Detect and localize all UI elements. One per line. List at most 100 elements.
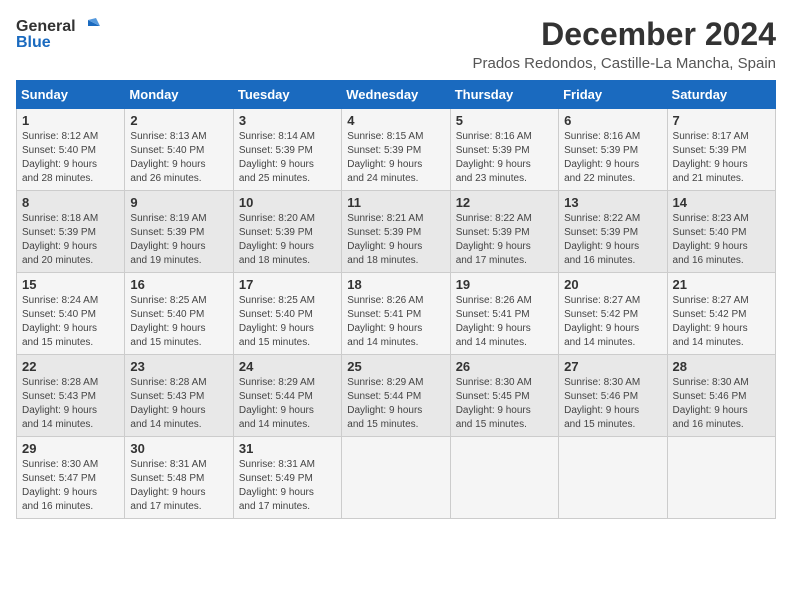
calendar-cell: 12 Sunrise: 8:22 AMSunset: 5:39 PMDayligh… <box>450 191 558 273</box>
day-content: Sunrise: 8:17 AMSunset: 5:39 PMDaylight:… <box>673 130 770 186</box>
calendar-cell: 30 Sunrise: 8:31 AMSunset: 5:48 PMDayligh… <box>125 437 233 519</box>
day-number: 27 <box>564 359 661 374</box>
calendar-week-row: 8 Sunrise: 8:18 AMSunset: 5:39 PMDaylight… <box>17 191 776 273</box>
calendar-header-row: SundayMondayTuesdayWednesdayThursdayFrid… <box>17 81 776 109</box>
calendar-cell: 7 Sunrise: 8:17 AMSunset: 5:39 PMDaylight… <box>667 109 775 191</box>
calendar-cell: 1 Sunrise: 8:12 AMSunset: 5:40 PMDaylight… <box>17 109 125 191</box>
calendar-cell: 22 Sunrise: 8:28 AMSunset: 5:43 PMDayligh… <box>17 355 125 437</box>
page-header: General Blue December 2024 Prados Redond… <box>16 16 776 72</box>
day-number: 23 <box>130 359 227 374</box>
day-number: 1 <box>22 113 119 128</box>
header-day-thursday: Thursday <box>450 81 558 109</box>
logo: General Blue <box>16 16 100 52</box>
header-day-monday: Monday <box>125 81 233 109</box>
calendar-cell: 26Sunrise: 8:30 AMSunset: 5:45 PMDayligh… <box>450 355 558 437</box>
day-content: Sunrise: 8:31 AMSunset: 5:49 PMDaylight:… <box>239 458 336 514</box>
calendar-week-row: 29 Sunrise: 8:30 AMSunset: 5:47 PMDayligh… <box>17 437 776 519</box>
day-number: 28 <box>673 359 770 374</box>
day-number: 7 <box>673 113 770 128</box>
day-content: Sunrise: 8:29 AMSunset: 5:44 PMDaylight:… <box>239 376 336 432</box>
calendar-cell: 28Sunrise: 8:30 AMSunset: 5:46 PMDayligh… <box>667 355 775 437</box>
day-number: 19 <box>456 277 553 292</box>
header-day-tuesday: Tuesday <box>233 81 341 109</box>
day-content: Sunrise: 8:30 AMSunset: 5:47 PMDaylight:… <box>22 458 119 514</box>
header-day-friday: Friday <box>559 81 667 109</box>
day-number: 3 <box>239 113 336 128</box>
calendar-cell <box>342 437 450 519</box>
calendar-cell <box>559 437 667 519</box>
day-content: Sunrise: 8:22 AMSunset: 5:39 PMDaylight:… <box>456 212 553 268</box>
calendar-cell: 15Sunrise: 8:24 AMSunset: 5:40 PMDayligh… <box>17 273 125 355</box>
calendar-cell: 5Sunrise: 8:16 AMSunset: 5:39 PMDaylight… <box>450 109 558 191</box>
day-number: 2 <box>130 113 227 128</box>
day-number: 25 <box>347 359 444 374</box>
day-number: 14 <box>673 195 770 210</box>
day-content: Sunrise: 8:23 AMSunset: 5:40 PMDaylight:… <box>673 212 770 268</box>
day-number: 22 <box>22 359 119 374</box>
day-number: 18 <box>347 277 444 292</box>
day-content: Sunrise: 8:28 AMSunset: 5:43 PMDaylight:… <box>130 376 227 432</box>
day-content: Sunrise: 8:12 AMSunset: 5:40 PMDaylight:… <box>22 130 119 186</box>
page-title: December 2024 <box>472 16 776 53</box>
day-number: 31 <box>239 441 336 456</box>
day-content: Sunrise: 8:13 AMSunset: 5:40 PMDaylight:… <box>130 130 227 186</box>
calendar-cell: 10 Sunrise: 8:20 AMSunset: 5:39 PMDayligh… <box>233 191 341 273</box>
day-number: 21 <box>673 277 770 292</box>
calendar-cell: 18 Sunrise: 8:26 AMSunset: 5:41 PMDayligh… <box>342 273 450 355</box>
day-number: 20 <box>564 277 661 292</box>
day-number: 8 <box>22 195 119 210</box>
calendar-week-row: 15Sunrise: 8:24 AMSunset: 5:40 PMDayligh… <box>17 273 776 355</box>
calendar-cell: 8 Sunrise: 8:18 AMSunset: 5:39 PMDaylight… <box>17 191 125 273</box>
day-content: Sunrise: 8:15 AMSunset: 5:39 PMDaylight:… <box>347 130 444 186</box>
day-number: 16 <box>130 277 227 292</box>
logo-text-block: General Blue <box>16 16 100 52</box>
day-content: Sunrise: 8:22 AMSunset: 5:39 PMDaylight:… <box>564 212 661 268</box>
day-content: Sunrise: 8:27 AMSunset: 5:42 PMDaylight:… <box>564 294 661 350</box>
calendar-cell: 3 Sunrise: 8:14 AMSunset: 5:39 PMDaylight… <box>233 109 341 191</box>
day-content: Sunrise: 8:28 AMSunset: 5:43 PMDaylight:… <box>22 376 119 432</box>
day-number: 11 <box>347 195 444 210</box>
day-number: 6 <box>564 113 661 128</box>
calendar-cell: 11Sunrise: 8:21 AMSunset: 5:39 PMDayligh… <box>342 191 450 273</box>
calendar-cell: 14 Sunrise: 8:23 AMSunset: 5:40 PMDayligh… <box>667 191 775 273</box>
day-number: 13 <box>564 195 661 210</box>
calendar-cell <box>667 437 775 519</box>
day-number: 12 <box>456 195 553 210</box>
day-number: 24 <box>239 359 336 374</box>
day-content: Sunrise: 8:31 AMSunset: 5:48 PMDaylight:… <box>130 458 227 514</box>
day-content: Sunrise: 8:24 AMSunset: 5:40 PMDaylight:… <box>22 294 119 350</box>
day-number: 17 <box>239 277 336 292</box>
calendar-cell: 9Sunrise: 8:19 AMSunset: 5:39 PMDaylight… <box>125 191 233 273</box>
day-content: Sunrise: 8:29 AMSunset: 5:44 PMDaylight:… <box>347 376 444 432</box>
calendar-cell <box>450 437 558 519</box>
day-content: Sunrise: 8:16 AMSunset: 5:39 PMDaylight:… <box>456 130 553 186</box>
calendar-cell: 4 Sunrise: 8:15 AMSunset: 5:39 PMDaylight… <box>342 109 450 191</box>
day-number: 9 <box>130 195 227 210</box>
calendar-cell: 2 Sunrise: 8:13 AMSunset: 5:40 PMDaylight… <box>125 109 233 191</box>
day-number: 4 <box>347 113 444 128</box>
header-day-saturday: Saturday <box>667 81 775 109</box>
header-day-sunday: Sunday <box>17 81 125 109</box>
day-content: Sunrise: 8:30 AMSunset: 5:46 PMDaylight:… <box>564 376 661 432</box>
calendar-cell: 25 Sunrise: 8:29 AMSunset: 5:44 PMDayligh… <box>342 355 450 437</box>
calendar-cell: 16Sunrise: 8:25 AMSunset: 5:40 PMDayligh… <box>125 273 233 355</box>
day-content: Sunrise: 8:27 AMSunset: 5:42 PMDaylight:… <box>673 294 770 350</box>
calendar-cell: 13 Sunrise: 8:22 AMSunset: 5:39 PMDayligh… <box>559 191 667 273</box>
day-content: Sunrise: 8:14 AMSunset: 5:39 PMDaylight:… <box>239 130 336 186</box>
day-content: Sunrise: 8:26 AMSunset: 5:41 PMDaylight:… <box>347 294 444 350</box>
day-number: 10 <box>239 195 336 210</box>
day-content: Sunrise: 8:18 AMSunset: 5:39 PMDaylight:… <box>22 212 119 268</box>
day-number: 29 <box>22 441 119 456</box>
calendar-cell: 20 Sunrise: 8:27 AMSunset: 5:42 PMDayligh… <box>559 273 667 355</box>
header-day-wednesday: Wednesday <box>342 81 450 109</box>
day-content: Sunrise: 8:30 AMSunset: 5:45 PMDaylight:… <box>456 376 553 432</box>
calendar-cell: 19 Sunrise: 8:26 AMSunset: 5:41 PMDayligh… <box>450 273 558 355</box>
calendar-cell: 29 Sunrise: 8:30 AMSunset: 5:47 PMDayligh… <box>17 437 125 519</box>
day-number: 30 <box>130 441 227 456</box>
day-content: Sunrise: 8:20 AMSunset: 5:39 PMDaylight:… <box>239 212 336 268</box>
calendar-table: SundayMondayTuesdayWednesdayThursdayFrid… <box>16 80 776 519</box>
calendar-cell: 27 Sunrise: 8:30 AMSunset: 5:46 PMDayligh… <box>559 355 667 437</box>
day-content: Sunrise: 8:26 AMSunset: 5:41 PMDaylight:… <box>456 294 553 350</box>
day-content: Sunrise: 8:25 AMSunset: 5:40 PMDaylight:… <box>239 294 336 350</box>
calendar-week-row: 22 Sunrise: 8:28 AMSunset: 5:43 PMDayligh… <box>17 355 776 437</box>
